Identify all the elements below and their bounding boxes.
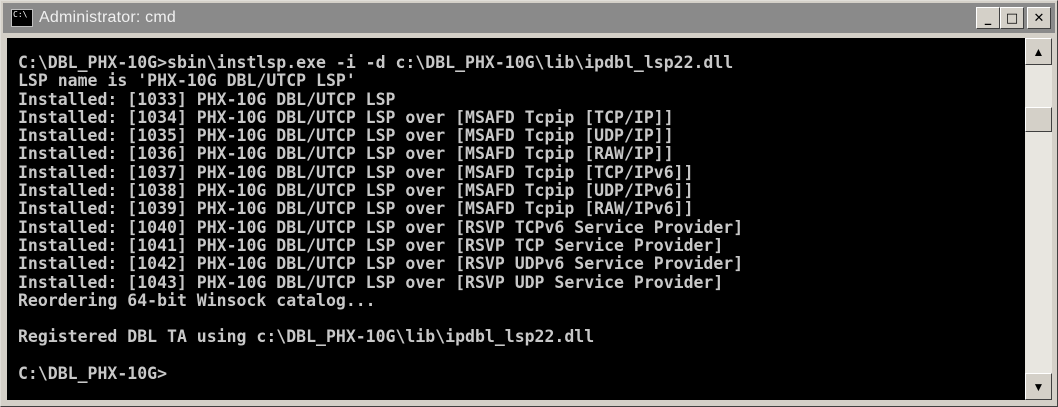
console-line: Installed: [1034] PHX-10G DBL/UTCP LSP o… bbox=[18, 107, 674, 127]
console-line: Installed: [1043] PHX-10G DBL/UTCP LSP o… bbox=[18, 272, 724, 292]
window-controls: _ □ ✕ bbox=[976, 7, 1051, 29]
console-line: Installed: [1042] PHX-10G DBL/UTCP LSP o… bbox=[18, 254, 744, 274]
console-line: Installed: [1038] PHX-10G DBL/UTCP LSP o… bbox=[18, 181, 694, 201]
maximize-icon: □ bbox=[1005, 10, 1019, 26]
title-bar[interactable]: C:\ Administrator: cmd _ □ ✕ bbox=[3, 3, 1055, 33]
console-line: Installed: [1036] PHX-10G DBL/UTCP LSP o… bbox=[18, 144, 674, 164]
console-line: Installed: [1040] PHX-10G DBL/UTCP LSP o… bbox=[18, 217, 744, 237]
console-line: Installed: [1041] PHX-10G DBL/UTCP LSP o… bbox=[18, 235, 724, 255]
scroll-down-button[interactable]: ▼ bbox=[1025, 373, 1052, 400]
console-line: Installed: [1039] PHX-10G DBL/UTCP LSP o… bbox=[18, 199, 694, 219]
console-line: Installed: [1035] PHX-10G DBL/UTCP LSP o… bbox=[18, 126, 674, 146]
console-line: Installed: [1037] PHX-10G DBL/UTCP LSP o… bbox=[18, 162, 694, 182]
console-line: C:\DBL_PHX-10G>sbin\instlsp.exe -i -d c:… bbox=[18, 53, 734, 72]
console-line: Reordering 64-bit Winsock catalog... bbox=[18, 290, 376, 310]
vertical-scrollbar[interactable]: ▲ ▼ bbox=[1025, 38, 1052, 400]
close-icon: ✕ bbox=[1033, 10, 1045, 26]
console-output[interactable]: C:\DBL_PHX-10G>sbin\instlsp.exe -i -d c:… bbox=[7, 38, 1025, 400]
scroll-thumb[interactable] bbox=[1025, 107, 1052, 132]
scroll-up-button[interactable]: ▲ bbox=[1025, 38, 1052, 65]
arrow-down-icon: ▼ bbox=[1032, 379, 1045, 394]
minimize-button[interactable]: _ bbox=[976, 7, 1000, 29]
window-title: Administrator: cmd bbox=[39, 9, 176, 26]
cmd-window: C:\ Administrator: cmd _ □ ✕ C:\DBL_PHX-… bbox=[0, 0, 1058, 407]
close-button[interactable]: ✕ bbox=[1027, 7, 1051, 29]
console-icon-text: C:\ bbox=[13, 10, 28, 19]
maximize-button[interactable]: □ bbox=[1000, 7, 1024, 29]
minimize-icon: _ bbox=[984, 10, 992, 26]
console-line: Registered DBL TA using c:\DBL_PHX-10G\l… bbox=[18, 327, 595, 347]
arrow-up-icon: ▲ bbox=[1032, 44, 1045, 59]
console-text: C:\DBL_PHX-10G>sbin\instlsp.exe -i -d c:… bbox=[7, 38, 1025, 383]
console-line: Installed: [1033] PHX-10G DBL/UTCP LSP bbox=[18, 89, 396, 109]
console-prompt: C:\DBL_PHX-10G> bbox=[18, 364, 168, 384]
console-icon[interactable]: C:\ bbox=[11, 9, 33, 27]
console-line: LSP name is 'PHX-10G DBL/UTCP LSP' bbox=[18, 71, 356, 91]
